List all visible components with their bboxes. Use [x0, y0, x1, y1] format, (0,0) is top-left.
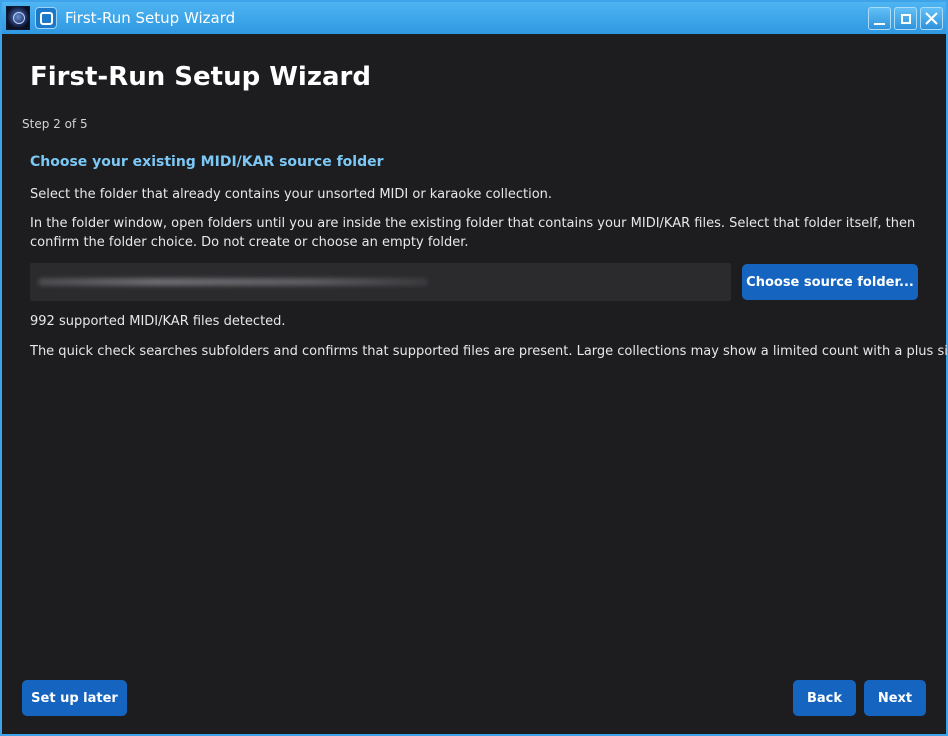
redacted-path: [38, 278, 428, 286]
choose-source-folder-button[interactable]: Choose source folder...: [742, 264, 918, 300]
step-indicator: Step 2 of 5: [22, 117, 88, 131]
instruction-text: Select the folder that already contains …: [30, 187, 553, 202]
close-button[interactable]: [920, 7, 943, 30]
title-bar[interactable]: First-Run Setup Wizard: [2, 2, 946, 34]
maximize-button[interactable]: [894, 7, 917, 30]
maximize-icon: [900, 13, 911, 24]
back-button[interactable]: Back: [793, 680, 856, 716]
wizard-content: First-Run Setup Wizard Step 2 of 5 Choos…: [2, 34, 948, 734]
section-heading: Choose your existing MIDI/KAR source fol…: [30, 154, 384, 170]
folder-instruction-text: In the folder window, open folders until…: [30, 216, 916, 250]
wizard-window: First-Run Setup Wizard First-Run Setup W…: [0, 0, 948, 736]
minimize-icon: [874, 22, 885, 25]
source-folder-path-field[interactable]: [30, 263, 731, 301]
close-icon: [925, 12, 938, 25]
next-button[interactable]: Next: [864, 680, 926, 716]
setup-later-button[interactable]: Set up later: [22, 680, 127, 716]
detected-files-status: 992 supported MIDI/KAR files detected.: [30, 314, 286, 329]
app-logo-icon[interactable]: [6, 6, 30, 30]
minimize-button[interactable]: [868, 7, 891, 30]
window-menu-icon[interactable]: [35, 7, 57, 29]
page-title: First-Run Setup Wizard: [30, 62, 371, 92]
window-title: First-Run Setup Wizard: [65, 9, 236, 27]
quick-check-note: The quick check searches subfolders and …: [30, 344, 948, 359]
